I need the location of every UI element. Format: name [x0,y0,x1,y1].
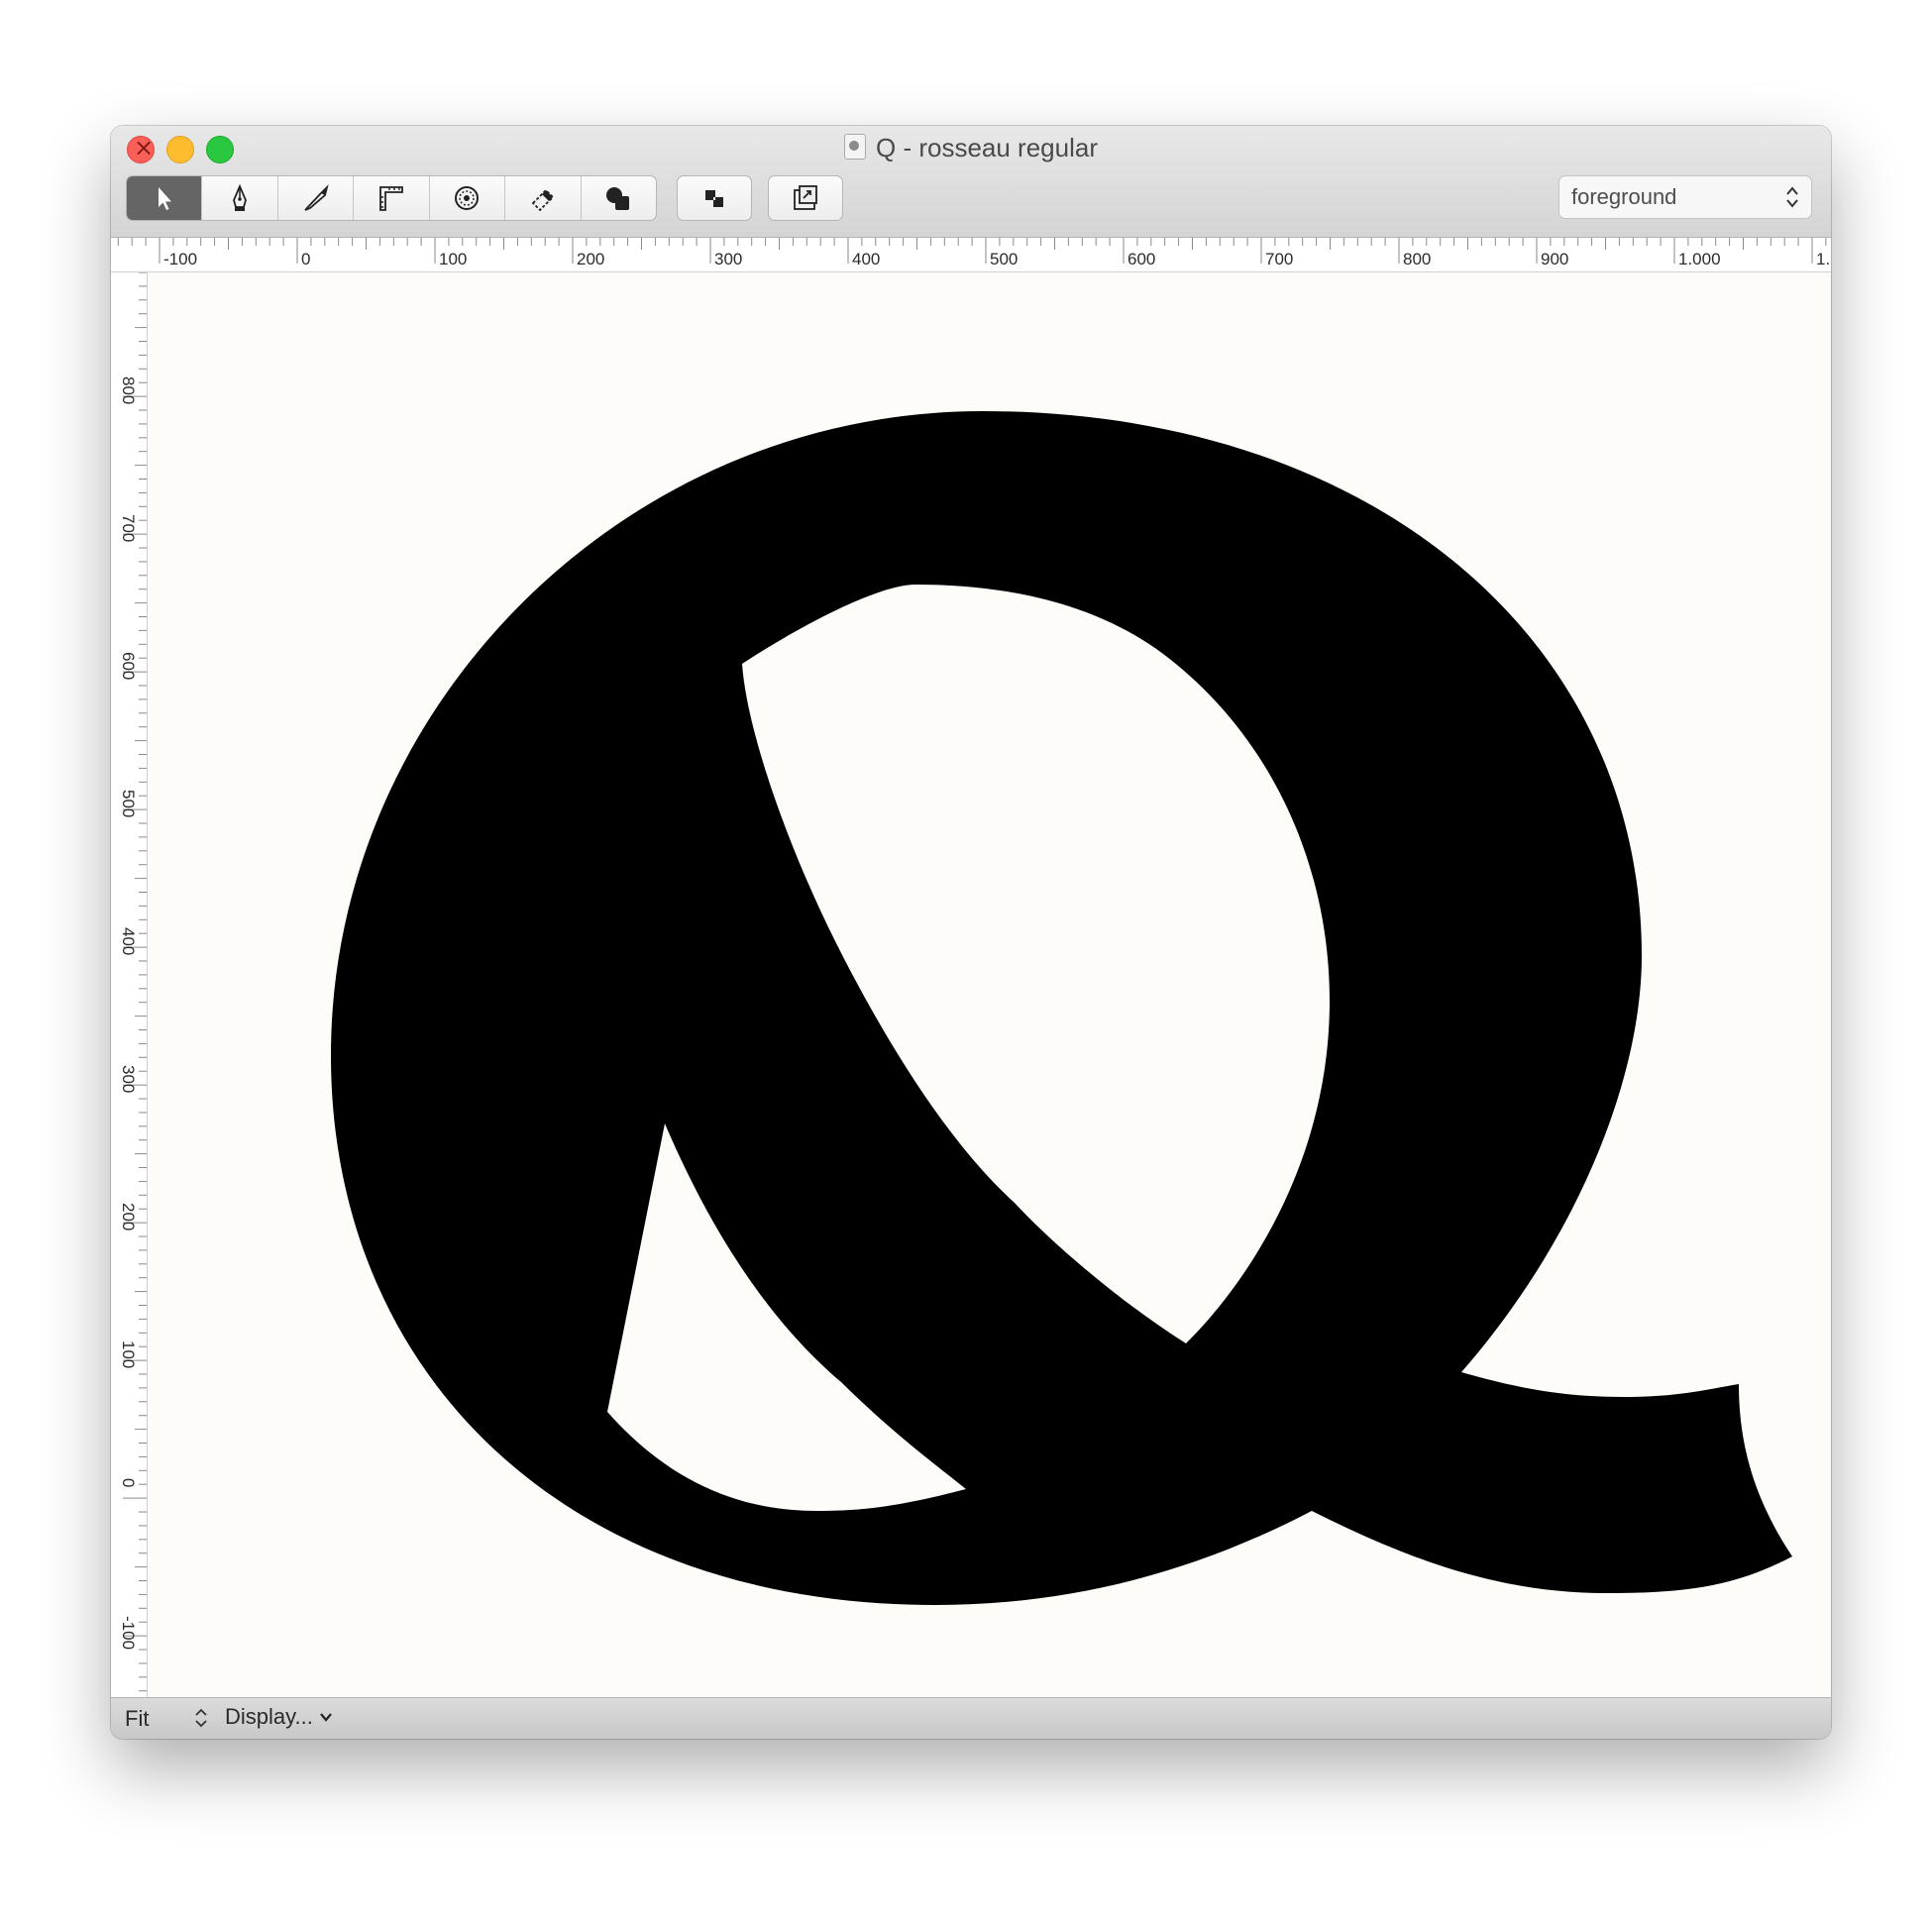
tool-primitives[interactable] [430,176,506,220]
ruler-label: 300 [119,1065,138,1093]
ruler-label: 600 [119,652,138,680]
ruler-label: 400 [852,250,880,268]
titlebar: Q - rosseau regular [111,126,1831,238]
transform-box-icon [794,185,817,210]
display-menu-label: Display... [225,1704,313,1729]
vertical-ruler: 800 700 600 500 400 300 200 100 0 -100 [111,272,148,1697]
layers-button[interactable] [677,175,752,221]
ruler-label: 700 [1265,250,1293,268]
window-title-area: Q - rosseau regular [111,133,1831,163]
updown-chevron-icon [1786,186,1798,208]
font-document-icon [844,134,866,160]
tool-shapes[interactable] [582,176,656,220]
ruler-label: 900 [1541,250,1568,268]
knife-icon [303,184,329,211]
tool-eraser[interactable] [505,176,582,220]
display-menu[interactable]: Display... [225,1704,333,1734]
horizontal-ruler: -100 0 100 200 300 400 500 600 700 800 900 1.000 1. [111,238,1831,272]
ruler-label: 600 [1127,250,1155,268]
statusbar: Fit Display... [111,1697,1831,1739]
ruler-label: 500 [990,250,1018,268]
ruler-label: -100 [163,250,197,268]
ruler-label: 300 [714,250,742,268]
layer-select[interactable]: foreground [1558,175,1812,219]
ruler-label: 800 [119,376,138,404]
ruler-label: 1. [1816,250,1830,268]
ruler-label: 100 [119,1340,138,1368]
gear-circle-icon [455,186,480,210]
ruler-label: 1.000 [1678,250,1721,268]
ruler-label: 200 [119,1203,138,1231]
glyph-editor-window: Q - rosseau regular [111,126,1831,1739]
eraser-icon [531,188,555,212]
measure-icon [379,186,403,211]
transform-button[interactable] [768,175,843,221]
layer-select-value: foreground [1571,184,1677,209]
ruler-label: 700 [119,514,138,542]
ruler-label: 0 [119,1478,138,1487]
pen-nib-icon [233,183,248,211]
tool-measure[interactable] [354,176,430,220]
glyph-canvas[interactable] [148,272,1831,1697]
updown-stepper-icon[interactable] [194,1706,208,1730]
window-title: Q - rosseau regular [876,133,1098,162]
tool-pointer[interactable] [127,176,203,220]
tool-knife[interactable] [278,176,355,220]
tool-group [126,175,657,221]
vertical-ruler-scale: 800 700 600 500 400 300 200 100 0 -100 [119,272,147,1692]
ruler-label: 200 [577,250,604,268]
ruler-label: -100 [119,1616,138,1650]
arrow-pointer-icon [158,187,171,210]
ruler-label: 500 [119,790,138,817]
ruler-label: 800 [1403,250,1431,268]
glyph-q-outline [331,411,1792,1605]
ruler-label: 100 [439,250,467,268]
chevron-down-icon [319,1713,332,1722]
shapes-icon [606,187,630,210]
overlap-squares-icon [705,190,723,207]
tool-pen[interactable] [202,176,278,220]
ruler-label: 0 [301,250,310,268]
ruler-label: 400 [119,927,138,955]
zoom-level[interactable]: Fit [125,1706,149,1732]
glyph-q[interactable] [148,272,1831,1697]
horizontal-ruler-scale: -100 0 100 200 300 400 500 600 700 800 900 1.000 1. [117,238,1830,268]
